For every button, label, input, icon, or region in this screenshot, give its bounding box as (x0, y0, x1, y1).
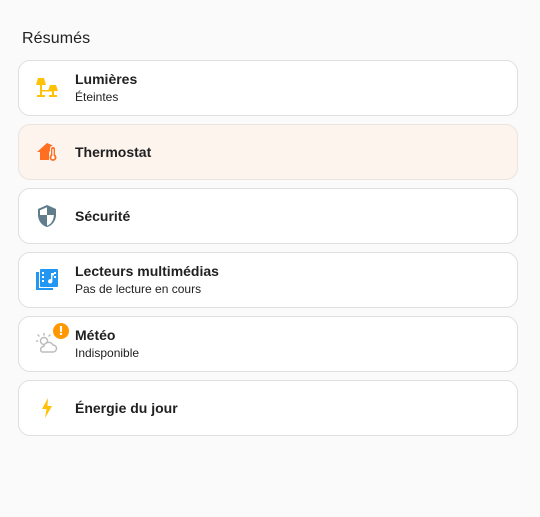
summaries-panel: Résumés Lumières Éteintes Thermostat Séc… (0, 0, 540, 517)
card-title: Lumières (75, 71, 138, 87)
summary-card-energy[interactable]: Énergie du jour (18, 380, 518, 436)
card-title: Météo (75, 327, 116, 343)
summary-list: Lumières Éteintes Thermostat Sécurité Le… (18, 60, 518, 444)
summary-card-thermostat[interactable]: Thermostat (18, 124, 518, 180)
summary-card-media-players[interactable]: Lecteurs multimédias Pas de lecture en c… (18, 252, 518, 308)
card-subtitle: Pas de lecture en cours (75, 282, 202, 296)
summary-card-security[interactable]: Sécurité (18, 188, 518, 244)
card-title: Énergie du jour (75, 399, 178, 416)
home-thermometer-icon (35, 140, 59, 164)
card-subtitle: Éteintes (75, 90, 119, 104)
alert-badge: ! (53, 323, 69, 339)
card-title: Lecteurs multimédias (75, 263, 219, 279)
summary-card-weather[interactable]: ! Météo Indisponible (18, 316, 518, 372)
media-library-icon (35, 268, 59, 292)
shield-icon (35, 204, 59, 228)
section-title: Résumés (22, 30, 91, 47)
weather-partly-cloudy-icon: ! (35, 323, 69, 356)
summary-card-lights[interactable]: Lumières Éteintes (18, 60, 518, 116)
card-title: Sécurité (75, 207, 131, 224)
card-subtitle: Indisponible (75, 346, 140, 360)
lamps-icon (35, 76, 59, 100)
lightning-bolt-icon (35, 396, 59, 420)
card-title: Thermostat (75, 143, 152, 160)
